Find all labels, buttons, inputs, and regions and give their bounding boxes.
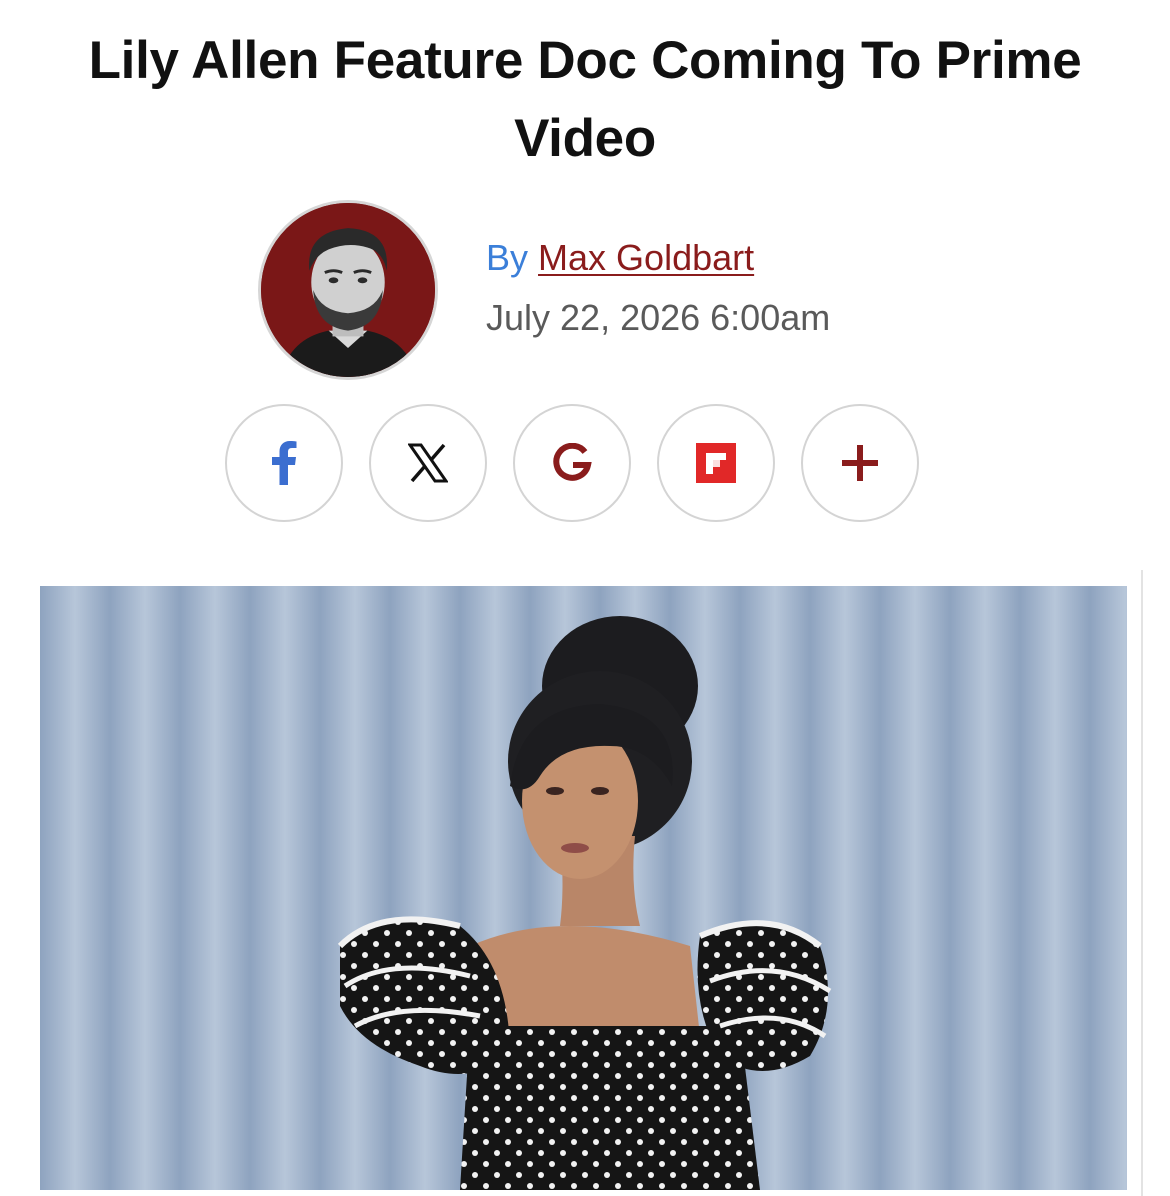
scrollbar-track[interactable] [1141, 570, 1143, 1196]
publish-date: July 22, 2026 6:00am [486, 297, 831, 338]
share-bar [225, 404, 945, 524]
plus-icon [842, 445, 878, 481]
share-more-button[interactable] [801, 404, 919, 522]
x-icon [408, 443, 448, 483]
article-headline: Lily Allen Feature Doc Coming To Prime V… [88, 31, 1082, 168]
google-icon [553, 443, 592, 481]
share-x-button[interactable] [369, 404, 487, 522]
share-facebook-button[interactable] [225, 404, 343, 522]
author-avatar[interactable] [258, 200, 438, 380]
article-hero-image [40, 586, 1127, 1190]
author-portrait-image [261, 203, 435, 377]
flipboard-icon [696, 443, 736, 483]
facebook-icon [272, 441, 297, 485]
author-link[interactable]: Max Goldbart [538, 237, 754, 278]
share-flipboard-button[interactable] [657, 404, 775, 522]
share-google-button[interactable] [513, 404, 631, 522]
hero-photo-illustration [40, 586, 1127, 1190]
byline: By Max Goldbart [486, 236, 754, 280]
byline-prefix: By [486, 237, 529, 278]
